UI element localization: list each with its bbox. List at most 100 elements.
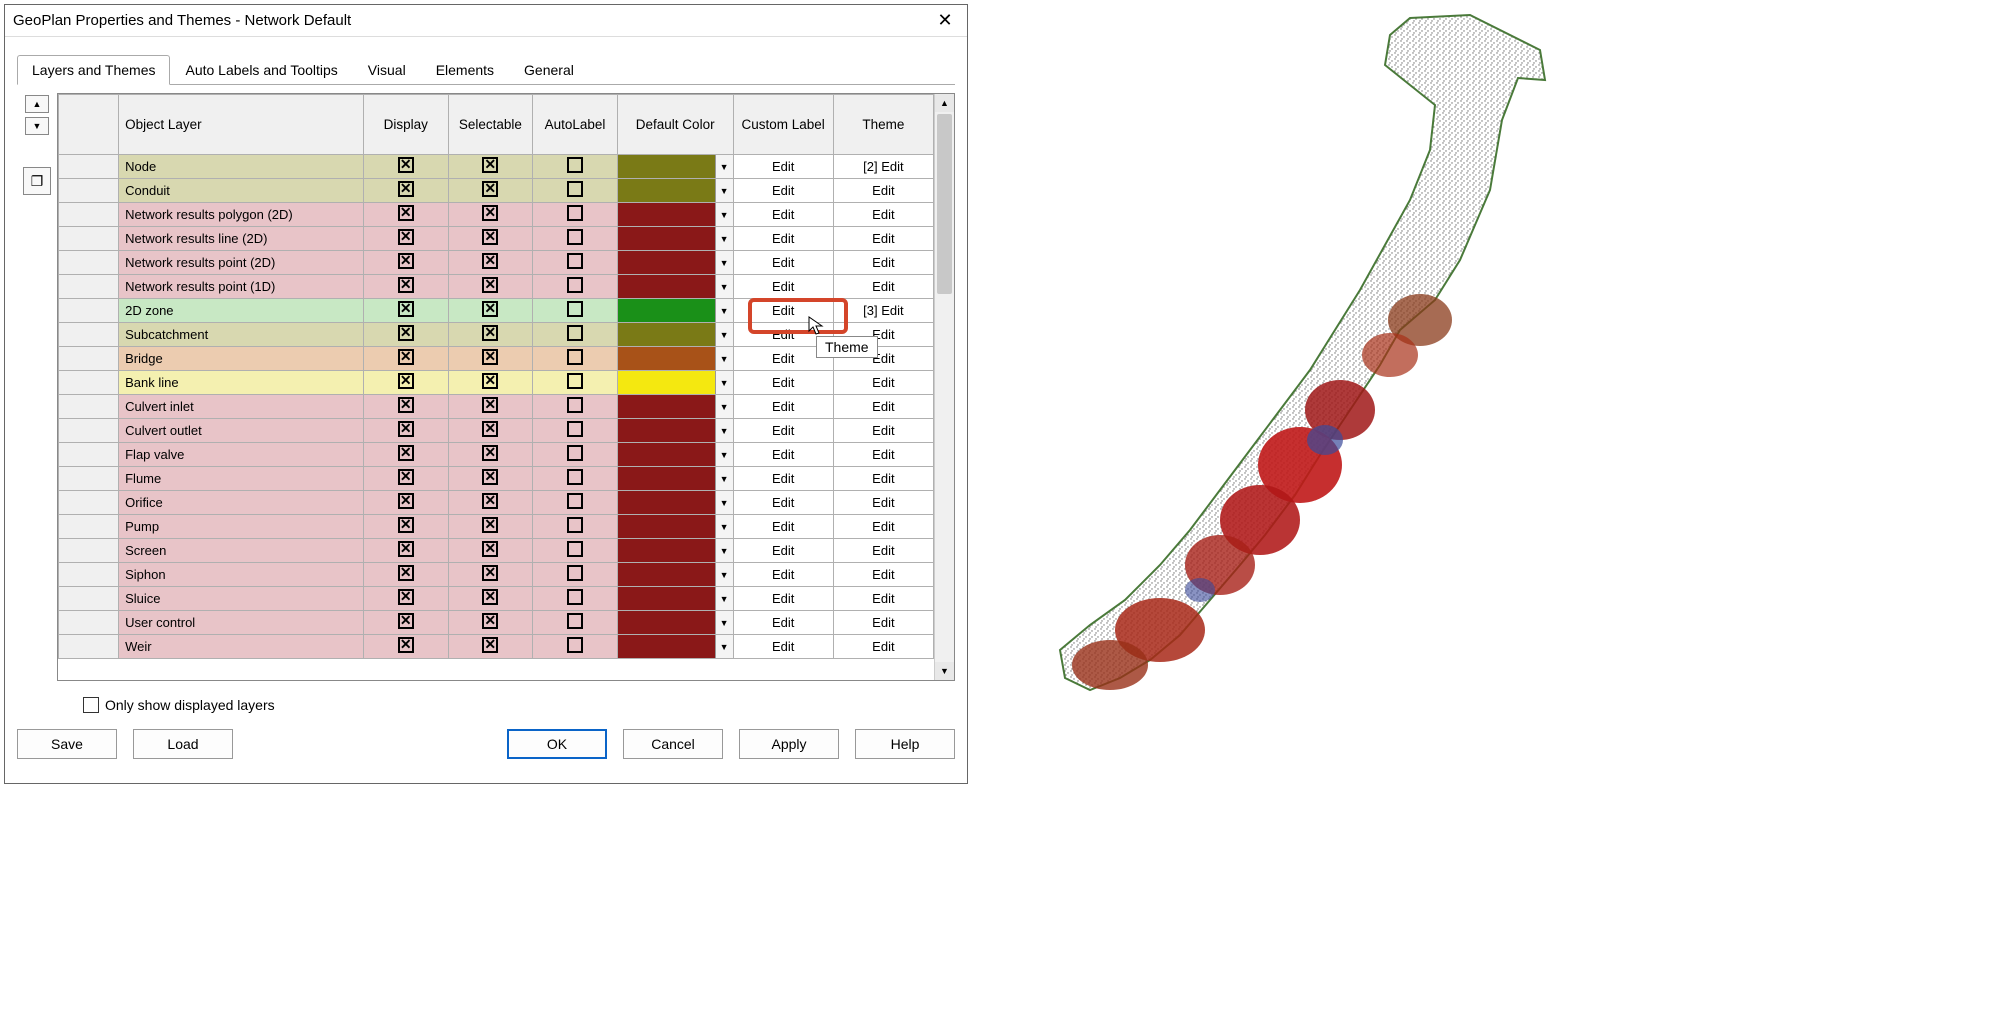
color-dropdown-icon[interactable]: ▼ bbox=[715, 275, 733, 298]
layer-name-cell[interactable]: Conduit bbox=[119, 179, 364, 203]
selectable-checkbox[interactable] bbox=[482, 589, 498, 605]
theme-edit[interactable]: Edit bbox=[833, 227, 933, 251]
autolabel-checkbox[interactable] bbox=[567, 181, 583, 197]
custom-label-edit[interactable]: Edit bbox=[733, 203, 833, 227]
color-swatch[interactable] bbox=[618, 587, 715, 610]
display-checkbox[interactable] bbox=[398, 613, 414, 629]
display-checkbox[interactable] bbox=[398, 637, 414, 653]
color-dropdown-icon[interactable]: ▼ bbox=[715, 419, 733, 442]
move-up-button[interactable]: ▲ bbox=[25, 95, 49, 113]
vertical-scrollbar[interactable]: ▲ ▼ bbox=[934, 94, 954, 680]
row-header[interactable] bbox=[59, 299, 119, 323]
tab-elements[interactable]: Elements bbox=[421, 55, 509, 85]
selectable-checkbox[interactable] bbox=[482, 157, 498, 173]
autolabel-checkbox[interactable] bbox=[567, 301, 583, 317]
layer-name-cell[interactable]: Pump bbox=[119, 515, 364, 539]
layer-name-cell[interactable]: Sluice bbox=[119, 587, 364, 611]
custom-label-edit[interactable]: Edit bbox=[733, 587, 833, 611]
custom-label-edit[interactable]: Edit bbox=[733, 563, 833, 587]
row-header[interactable] bbox=[59, 587, 119, 611]
autolabel-checkbox[interactable] bbox=[567, 469, 583, 485]
scroll-down-icon[interactable]: ▼ bbox=[935, 662, 954, 680]
autolabel-checkbox[interactable] bbox=[567, 445, 583, 461]
layer-name-cell[interactable]: Node bbox=[119, 155, 364, 179]
display-checkbox[interactable] bbox=[398, 229, 414, 245]
color-swatch[interactable] bbox=[618, 563, 715, 586]
color-swatch[interactable] bbox=[618, 515, 715, 538]
theme-edit[interactable]: Edit bbox=[833, 635, 933, 659]
color-dropdown-icon[interactable]: ▼ bbox=[715, 491, 733, 514]
selectable-checkbox[interactable] bbox=[482, 229, 498, 245]
cancel-button[interactable]: Cancel bbox=[623, 729, 723, 759]
scroll-up-icon[interactable]: ▲ bbox=[935, 94, 954, 112]
move-down-button[interactable]: ▼ bbox=[25, 117, 49, 135]
display-checkbox[interactable] bbox=[398, 301, 414, 317]
color-dropdown-icon[interactable]: ▼ bbox=[715, 635, 733, 658]
selectable-checkbox[interactable] bbox=[482, 613, 498, 629]
autolabel-checkbox[interactable] bbox=[567, 373, 583, 389]
autolabel-checkbox[interactable] bbox=[567, 397, 583, 413]
tab-general[interactable]: General bbox=[509, 55, 589, 85]
color-dropdown-icon[interactable]: ▼ bbox=[715, 227, 733, 250]
color-dropdown-icon[interactable]: ▼ bbox=[715, 155, 733, 178]
theme-edit[interactable]: Edit bbox=[833, 515, 933, 539]
apply-button[interactable]: Apply bbox=[739, 729, 839, 759]
theme-edit[interactable]: Edit bbox=[833, 275, 933, 299]
row-header[interactable] bbox=[59, 155, 119, 179]
selectable-checkbox[interactable] bbox=[482, 325, 498, 341]
color-dropdown-icon[interactable]: ▼ bbox=[715, 563, 733, 586]
layer-name-cell[interactable]: Orifice bbox=[119, 491, 364, 515]
ok-button[interactable]: OK bbox=[507, 729, 607, 759]
layer-name-cell[interactable]: Screen bbox=[119, 539, 364, 563]
autolabel-checkbox[interactable] bbox=[567, 517, 583, 533]
autolabel-checkbox[interactable] bbox=[567, 349, 583, 365]
color-swatch[interactable] bbox=[618, 179, 715, 202]
color-swatch[interactable] bbox=[618, 491, 715, 514]
theme-edit[interactable]: Edit bbox=[833, 611, 933, 635]
selectable-checkbox[interactable] bbox=[482, 253, 498, 269]
theme-edit[interactable]: Edit bbox=[833, 179, 933, 203]
color-dropdown-icon[interactable]: ▼ bbox=[715, 395, 733, 418]
layer-name-cell[interactable]: Weir bbox=[119, 635, 364, 659]
row-header[interactable] bbox=[59, 203, 119, 227]
close-icon[interactable]: ✕ bbox=[931, 10, 959, 31]
row-header[interactable] bbox=[59, 635, 119, 659]
color-swatch[interactable] bbox=[618, 251, 715, 274]
display-checkbox[interactable] bbox=[398, 517, 414, 533]
selectable-checkbox[interactable] bbox=[482, 349, 498, 365]
layer-name-cell[interactable]: Culvert inlet bbox=[119, 395, 364, 419]
autolabel-checkbox[interactable] bbox=[567, 229, 583, 245]
selectable-checkbox[interactable] bbox=[482, 469, 498, 485]
autolabel-checkbox[interactable] bbox=[567, 565, 583, 581]
color-swatch[interactable] bbox=[618, 227, 715, 250]
color-dropdown-icon[interactable]: ▼ bbox=[715, 539, 733, 562]
display-checkbox[interactable] bbox=[398, 373, 414, 389]
color-dropdown-icon[interactable]: ▼ bbox=[715, 179, 733, 202]
color-swatch[interactable] bbox=[618, 155, 715, 178]
row-header[interactable] bbox=[59, 419, 119, 443]
layer-name-cell[interactable]: User control bbox=[119, 611, 364, 635]
color-dropdown-icon[interactable]: ▼ bbox=[715, 515, 733, 538]
theme-edit[interactable]: Edit bbox=[833, 539, 933, 563]
autolabel-checkbox[interactable] bbox=[567, 613, 583, 629]
color-swatch[interactable] bbox=[618, 347, 715, 370]
autolabel-checkbox[interactable] bbox=[567, 589, 583, 605]
custom-label-edit[interactable]: Edit bbox=[733, 299, 833, 323]
row-header[interactable] bbox=[59, 515, 119, 539]
autolabel-checkbox[interactable] bbox=[567, 277, 583, 293]
display-checkbox[interactable] bbox=[398, 589, 414, 605]
autolabel-checkbox[interactable] bbox=[567, 253, 583, 269]
theme-edit[interactable]: Edit bbox=[833, 443, 933, 467]
color-dropdown-icon[interactable]: ▼ bbox=[715, 611, 733, 634]
selectable-checkbox[interactable] bbox=[482, 373, 498, 389]
color-swatch[interactable] bbox=[618, 395, 715, 418]
color-swatch[interactable] bbox=[618, 611, 715, 634]
custom-label-edit[interactable]: Edit bbox=[733, 443, 833, 467]
color-dropdown-icon[interactable]: ▼ bbox=[715, 251, 733, 274]
color-dropdown-icon[interactable]: ▼ bbox=[715, 323, 733, 346]
selectable-checkbox[interactable] bbox=[482, 517, 498, 533]
row-header[interactable] bbox=[59, 275, 119, 299]
tab-auto-labels-and-tooltips[interactable]: Auto Labels and Tooltips bbox=[170, 55, 352, 85]
selectable-checkbox[interactable] bbox=[482, 445, 498, 461]
row-header[interactable] bbox=[59, 491, 119, 515]
